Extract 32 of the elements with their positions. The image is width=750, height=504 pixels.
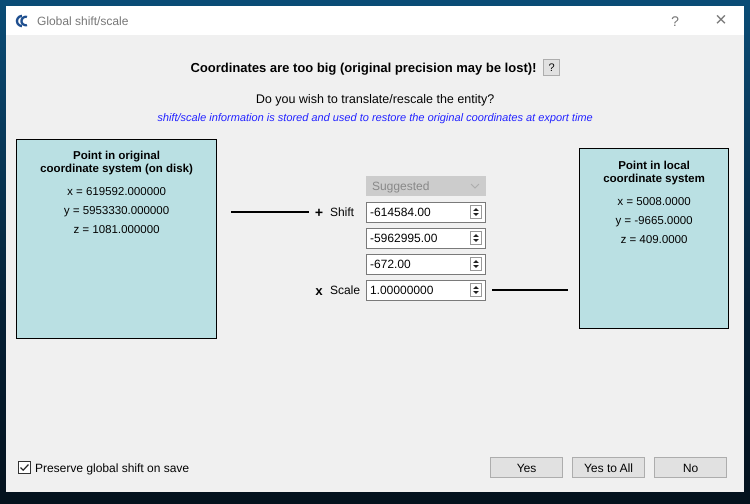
dialog-button[interactable]: No [654, 457, 727, 478]
dialog-button[interactable]: Yes to All [572, 457, 645, 478]
question-text: Do you wish to translate/rescale the entity? [254, 92, 496, 106]
panel-title: Point in local coordinate system [603, 160, 705, 186]
scale-label: Scale [329, 283, 362, 297]
spin-arrows-icon [470, 257, 482, 271]
coordinate-text: y = -9665.0000 [615, 214, 693, 228]
spin-arrows-icon [470, 283, 482, 297]
warning-heading: Coordinates are too big (original precision may be lost)! [190, 60, 536, 75]
shift-label: Shift [329, 205, 356, 219]
panel-title: Point in original coordinate system (on disk) [40, 150, 193, 176]
coordinate-text: x = 5008.0000 [617, 195, 691, 209]
scale-spinbox[interactable]: 1.00000000 [366, 280, 486, 300]
plus-sign: + [314, 204, 324, 220]
window-title: Global shift/scale [37, 14, 130, 28]
spin-arrows-icon [470, 231, 482, 245]
info-text: shift/scale information is stored and used to restore the original coordinates at export time [156, 112, 594, 124]
help-button[interactable]: ? [543, 59, 560, 76]
coordinate-text: x = 619592.000000 [67, 185, 166, 199]
coordinate-text: z = 1081.000000 [73, 223, 160, 237]
help-button[interactable]: ? [652, 12, 698, 28]
dialog-button[interactable]: Yes [490, 457, 563, 478]
shift-spinbox[interactable]: -672.00 [366, 254, 486, 274]
coordinate-text: z = 409.0000 [620, 233, 688, 247]
chevron-icon [470, 183, 480, 189]
shift-spinbox[interactable]: -614584.00 [366, 202, 486, 222]
coordinate-text: y = 5953330.000000 [64, 204, 170, 218]
multiply-sign: x [314, 282, 324, 298]
shift-spinbox[interactable]: -5962995.00 [366, 228, 486, 248]
spin-arrows-icon [470, 205, 482, 219]
close-button[interactable]: × [698, 9, 744, 32]
preserve-checkbox[interactable]: Preserve global shift on save [18, 460, 190, 474]
